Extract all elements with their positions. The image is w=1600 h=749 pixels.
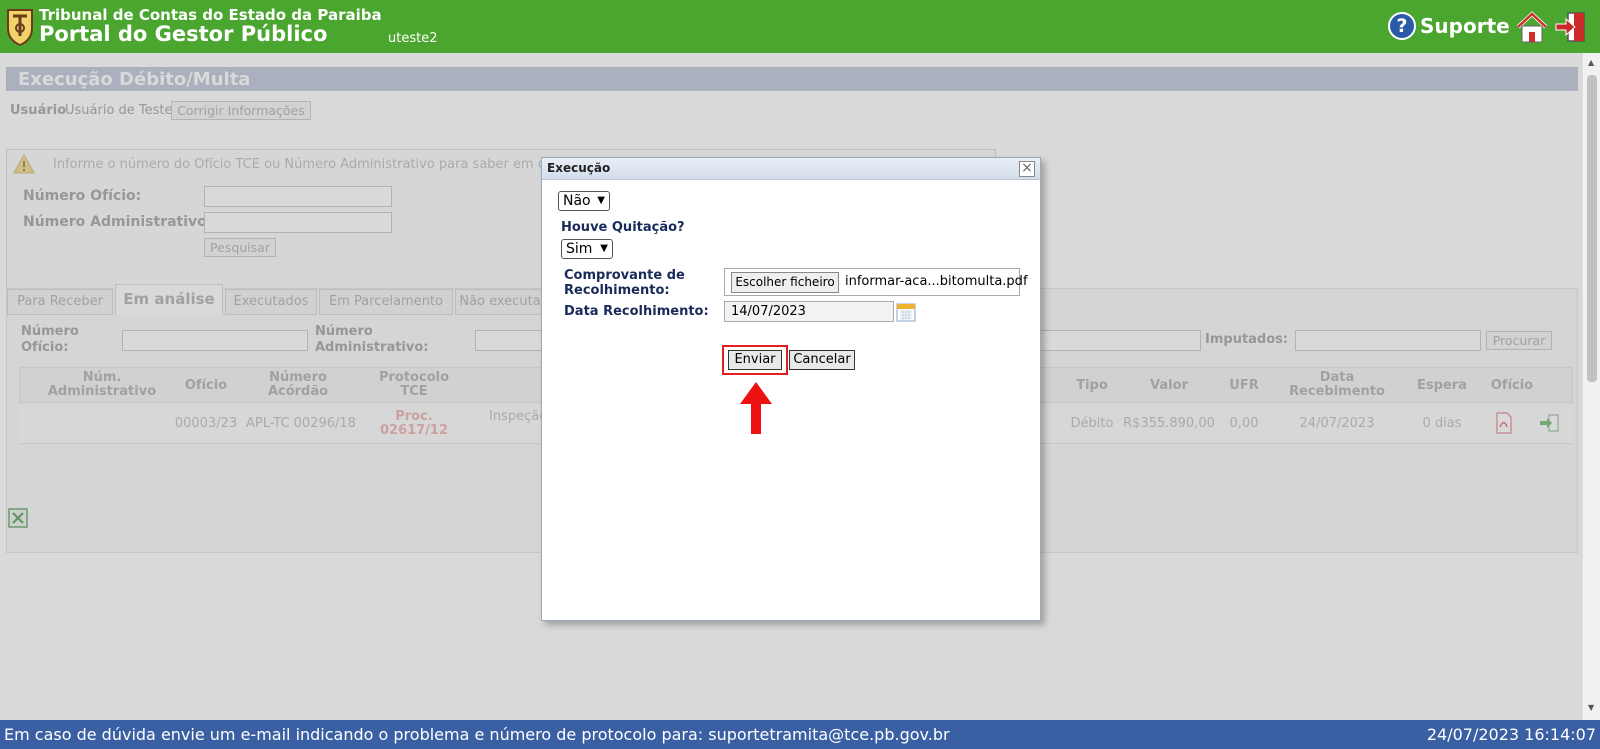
username: uteste2 [388,31,438,46]
data-recolhimento-input[interactable]: 14/07/2023 [724,301,894,322]
comprovante-label-line1: Comprovante de [564,268,685,283]
calendar-icon[interactable] [896,302,916,322]
close-icon[interactable]: × [1019,161,1035,177]
first-select-value: Não [563,193,591,209]
help-icon[interactable]: ? [1388,12,1416,40]
page-scrollbar[interactable]: ▲ ▼ [1582,53,1600,720]
portal-name: Portal do Gestor Público [39,22,328,46]
scroll-down-arrow[interactable]: ▼ [1588,703,1594,712]
support-link[interactable]: Suporte [1420,14,1510,38]
quitacao-label: Houve Quitação? [561,220,685,235]
home-icon[interactable] [1515,10,1549,44]
red-arrow-up-icon [740,382,772,434]
quitacao-select[interactable]: Sim ▼ [561,239,613,259]
chevron-down-icon: ▼ [597,195,605,206]
execucao-dialog: Execução × Não ▼ Houve Quitação? Sim ▼ C… [541,157,1041,621]
cancelar-button[interactable]: Cancelar [789,350,855,370]
dialog-title-bar[interactable]: Execução × [542,158,1040,180]
top-header: Tribunal de Contas do Estado da Paraiba … [0,0,1600,53]
chevron-down-icon: ▼ [600,243,608,254]
file-input[interactable]: Escolher ficheiro informar-aca...bitomul… [724,268,1028,296]
first-select[interactable]: Não ▼ [558,191,610,211]
data-recolhimento-label: Data Recolhimento: [564,304,709,319]
footer-bar: Em caso de dúvida envie um e-mail indica… [0,720,1600,749]
scroll-thumb[interactable] [1587,75,1597,382]
comprovante-label-line2: Recolhimento: [564,283,670,298]
quitacao-select-value: Sim [566,241,593,257]
exit-icon[interactable] [1554,10,1588,44]
enviar-button[interactable]: Enviar [728,350,782,370]
file-name: informar-aca...bitomulta.pdf [845,274,1028,289]
scroll-up-arrow[interactable]: ▲ [1588,58,1594,67]
dialog-title: Execução [547,161,611,175]
footer-message: Em caso de dúvida envie um e-mail indica… [4,725,950,744]
choose-file-button[interactable]: Escolher ficheiro [731,272,839,293]
shield-logo-icon [7,9,33,46]
footer-datetime: 24/07/2023 16:14:07 [1426,725,1596,744]
